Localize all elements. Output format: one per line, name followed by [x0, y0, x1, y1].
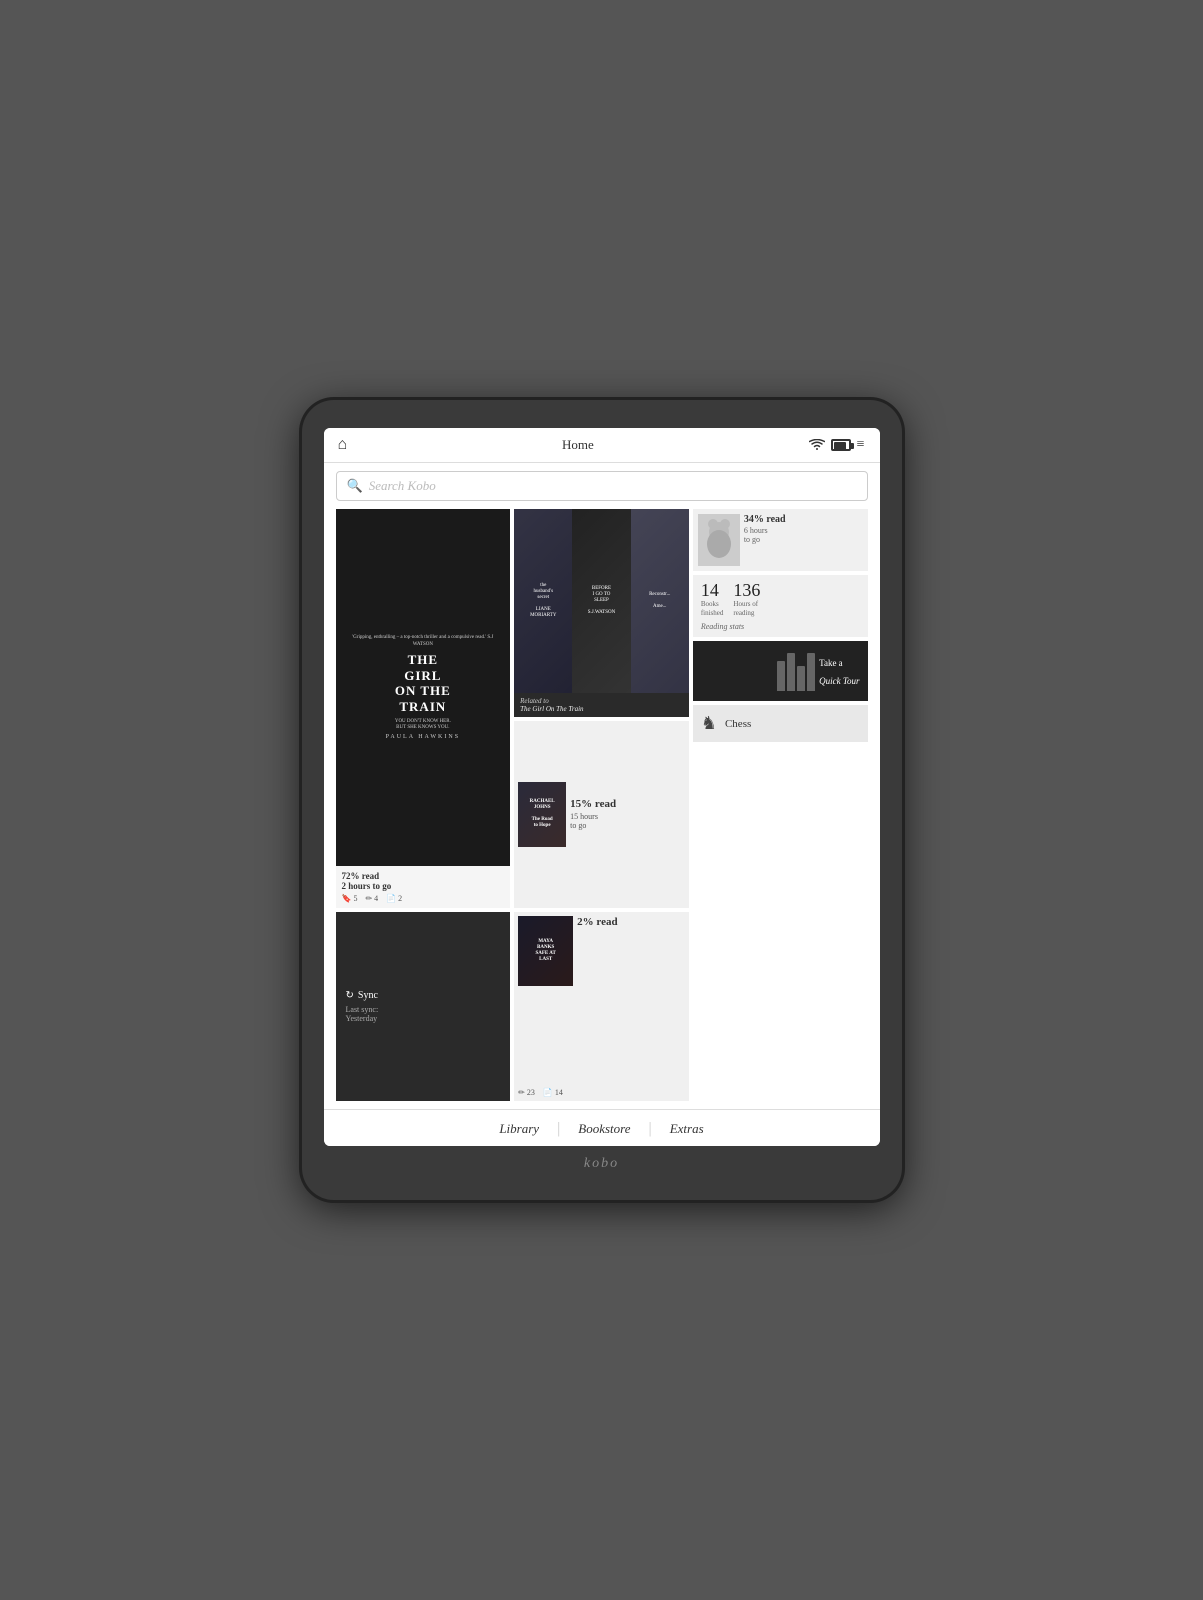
current-reading-info: 34% read 6 hours to go — [744, 514, 863, 566]
battery-icon — [831, 439, 851, 451]
bottom-nav: Library | Bookstore | Extras — [324, 1109, 880, 1146]
search-bar[interactable]: 🔍 Search Kobo — [336, 471, 868, 501]
screen: ⌂ Home ≡ 🔍 Search Kobo — [324, 428, 880, 1146]
search-icon: 🔍 — [347, 478, 363, 494]
bookmark-count: 🔖 5 — [342, 894, 358, 903]
nav-bookstore[interactable]: Bookstore — [560, 1121, 648, 1137]
reading-stats-link[interactable]: Reading stats — [701, 622, 860, 631]
highlight-count: ✏ 4 — [365, 894, 378, 903]
chess-label: Chess — [725, 718, 751, 730]
right-column: 34% read 6 hours to go 14 Bo — [693, 509, 868, 1101]
related-card[interactable]: thehusband'ssecretLIANEMORIARTY BEFOREI … — [514, 509, 689, 717]
nav-library[interactable]: Library — [481, 1121, 557, 1137]
book-main-title: THEGIRLON THETRAIN — [395, 652, 451, 714]
notes-count: 📄 2 — [386, 894, 402, 903]
sync-last: Last sync: Yesterday — [346, 1005, 501, 1023]
stat-hours: 136 Hours ofreading — [733, 581, 760, 618]
sync-icon: ↻ — [346, 990, 354, 1001]
book-author: PAULA HAWKINS — [386, 734, 460, 740]
home-icon[interactable]: ⌂ — [338, 436, 348, 454]
related-books-row: thehusband'ssecretLIANEMORIARTY BEFOREI … — [514, 509, 689, 693]
wifi-icon — [809, 439, 825, 451]
book3-notes: 📄 14 — [543, 1088, 563, 1097]
gummy-bear-art — [698, 514, 740, 566]
book-subtitle: YOU DON'T KNOW HER.BUT SHE KNOWS YOU. — [395, 719, 451, 732]
nav-extras[interactable]: Extras — [652, 1121, 722, 1137]
related-book-1: thehusband'ssecretLIANEMORIARTY — [514, 509, 572, 693]
book2-info: 15% read 15 hours to go — [570, 798, 685, 830]
status-icons: ≡ — [809, 438, 866, 452]
sync-title: ↻ Sync — [346, 990, 501, 1001]
book-quote: 'Gripping, enthralling – a top-notch thr… — [344, 635, 503, 648]
current-book-cover — [698, 514, 740, 566]
book2-cover: RACHAELJOHNSThe Roadto Hope — [518, 782, 566, 847]
book-main-info: 72% read 2 hours to go 🔖 5 ✏ 4 📄 2 — [336, 866, 511, 908]
stat-books: 14 Booksfinished — [701, 581, 724, 618]
book2-card[interactable]: RACHAELJOHNSThe Roadto Hope 15% read 15 … — [514, 721, 689, 908]
quick-tour-card[interactable]: Take a Quick Tour — [693, 641, 868, 701]
book3-cover: MAYABANKSSAFE ATLAST — [518, 916, 573, 986]
book-main-icons: 🔖 5 ✏ 4 📄 2 — [342, 894, 505, 903]
menu-icon[interactable]: ≡ — [857, 438, 866, 452]
page-title: Home — [562, 437, 594, 453]
related-book-2: BEFOREI GO TOSLEEPS.J.WATSON — [572, 509, 630, 693]
book3-info: 2% read — [577, 916, 685, 1084]
sync-card[interactable]: ↻ Sync Last sync: Yesterday — [336, 912, 511, 1101]
kobo-logo: kobo — [584, 1156, 619, 1172]
current-reading-card[interactable]: 34% read 6 hours to go — [693, 509, 868, 571]
main-book-cover: 'Gripping, enthralling – a top-notch thr… — [336, 509, 511, 866]
main-grid: 'Gripping, enthralling – a top-notch thr… — [324, 509, 880, 1109]
chess-icon: ♞ — [701, 713, 717, 734]
stats-row: 14 Booksfinished 136 Hours ofreading — [701, 581, 860, 618]
book3-highlights: ✏ 23 — [518, 1088, 535, 1097]
stats-card[interactable]: 14 Booksfinished 136 Hours ofreading Rea… — [693, 575, 868, 637]
main-book-progress: 72% read 2 hours to go — [342, 871, 505, 891]
tour-visual — [701, 651, 815, 691]
book3-card[interactable]: MAYABANKSSAFE ATLAST 2% read ✏ 23 📄 14 — [514, 912, 689, 1101]
device: ⌂ Home ≡ 🔍 Search Kobo — [302, 400, 902, 1200]
book3-icons: ✏ 23 📄 14 — [518, 1088, 685, 1097]
main-book-card[interactable]: 'Gripping, enthralling – a top-notch thr… — [336, 509, 511, 908]
tour-text: Take a Quick Tour — [819, 653, 859, 689]
related-book-3: Reconstr...Ame... — [631, 509, 689, 693]
chess-card[interactable]: ♞ Chess — [693, 705, 868, 742]
search-placeholder: Search Kobo — [369, 478, 436, 494]
related-label: Related to The Girl On The Train — [514, 693, 689, 717]
top-bar: ⌂ Home ≡ — [324, 428, 880, 463]
